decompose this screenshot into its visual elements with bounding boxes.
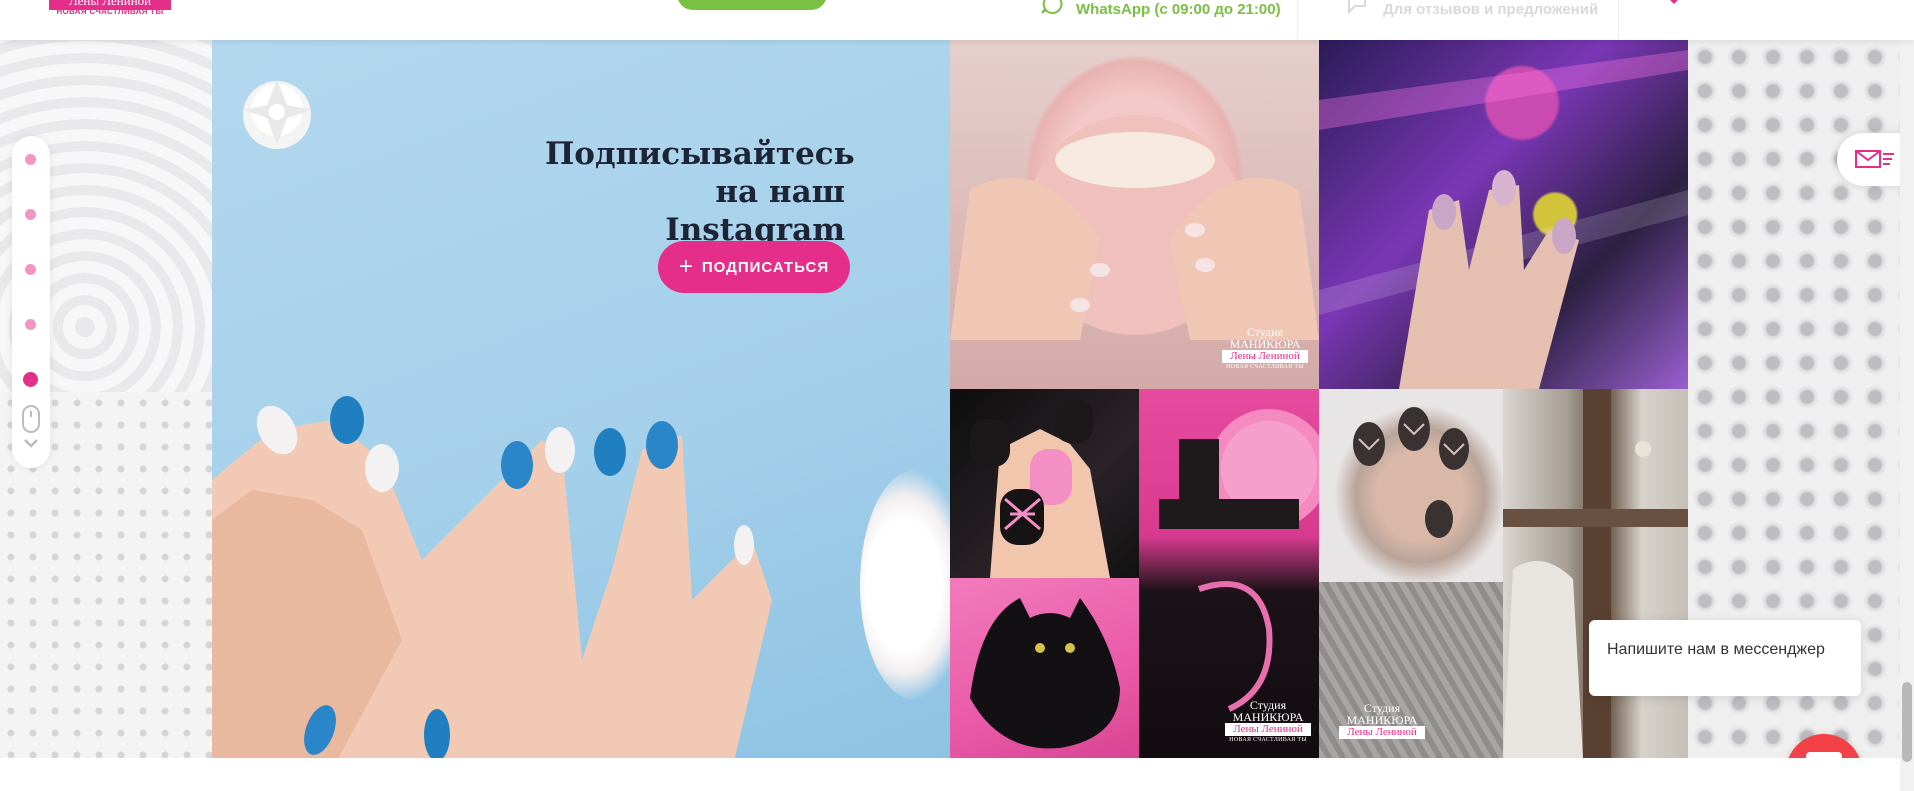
studio-watermark: Студия МАНИКЮРА Лены Лениной НОВАЯ СЧАСТ… [1225, 699, 1311, 744]
heading-line-1: Подписывайтесь [545, 136, 855, 172]
heading-line-2: на наш Instagram [665, 174, 845, 248]
mail-icon [1855, 150, 1894, 168]
site-header: Лены Лениной НОВАЯ СЧАСТЛИВАЯ ТЫ WhatsAp… [0, 0, 1914, 40]
feedback-link[interactable]: Для отзывов и предложений [1383, 1, 1598, 18]
header-divider [1297, 0, 1298, 40]
winter-window-image [1503, 389, 1688, 758]
scroll-mouse-icon[interactable] [20, 404, 42, 454]
page: Подписывайтесь на наш Instagram + ПОДПИС… [0, 0, 1914, 791]
meringue-image [243, 80, 312, 149]
instagram-tile-cup[interactable]: Студия МАНИКЮРА Лены Лениной НОВАЯ СЧАСТ… [950, 40, 1319, 389]
black-cat-image [970, 598, 1120, 749]
watermark-line-2: МАНИКЮРА [1232, 710, 1304, 724]
watermark-line-3: Лены Лениной [1339, 726, 1425, 739]
watermark-line-4: НОВАЯ СЧАСТЛИВАЯ ТЫ [1229, 737, 1307, 743]
nav-dot-5-active[interactable] [23, 372, 38, 387]
nav-dot-4[interactable] [25, 319, 36, 330]
instagram-tile-galaxy[interactable] [1319, 40, 1688, 389]
chat-prompt-bubble[interactable]: Напишите нам в мессенджер [1589, 620, 1861, 696]
header-divider [1618, 0, 1619, 40]
nav-dot-1[interactable] [25, 154, 36, 165]
galaxy-nails-image [1319, 50, 1688, 389]
nav-dot-2[interactable] [25, 209, 36, 220]
section-dot-nav [12, 136, 50, 468]
brand-logo[interactable]: Лены Лениной НОВАЯ СЧАСТЛИВАЯ ТЫ [49, 0, 171, 26]
watermark-line-4: НОВАЯ СЧАСТЛИВАЯ ТЫ [1226, 364, 1304, 370]
instagram-tile-perfume[interactable]: Студия МАНИКЮРА Лены Лениной НОВАЯ СЧАСТ… [1139, 389, 1319, 758]
instagram-tile-chevron-nails[interactable] [1319, 389, 1503, 582]
feedback-icon [1348, 0, 1366, 14]
instagram-promo-panel: Подписывайтесь на наш Instagram + ПОДПИС… [212, 40, 950, 758]
plus-icon: + [678, 253, 694, 280]
watermark-line-3: Лены Лениной [1222, 350, 1308, 363]
instagram-tile-black-nails[interactable] [950, 389, 1139, 578]
logo-subtitle: НОВАЯ СЧАСТЛИВАЯ ТЫ [56, 7, 164, 16]
whatsapp-icon [1041, 0, 1063, 14]
instagram-tile-pink-cat[interactable] [950, 578, 1139, 758]
whatsapp-link[interactable]: WhatsApp (с 09:00 до 21:00) [1076, 1, 1281, 18]
instagram-tile-winter-window[interactable] [1503, 389, 1688, 758]
chevron-nails-image [1353, 407, 1469, 538]
instagram-heading: Подписывайтесь на наш Instagram [545, 135, 855, 249]
scrollbar-thumb[interactable] [1902, 682, 1912, 762]
next-section-edge [0, 758, 1900, 791]
nav-dot-3[interactable] [25, 264, 36, 275]
peony-flower-image [860, 470, 950, 700]
page-scrollbar[interactable] [1900, 40, 1914, 791]
subscribe-label: ПОДПИСАТЬСЯ [701, 258, 830, 276]
subscribe-button[interactable]: + ПОДПИСАТЬСЯ [658, 241, 850, 293]
instagram-tile-knit[interactable]: Студия МАНИКЮРА Лены Лениной [1319, 582, 1503, 758]
watermark-line-2: МАНИКЮРА [1229, 337, 1301, 351]
watermark-line-3: Лены Лениной [1225, 723, 1311, 736]
black-pink-nails-image [970, 399, 1110, 578]
studio-watermark: Студия МАНИКЮРА Лены Лениной [1339, 702, 1425, 739]
studio-watermark: Студия МАНИКЮРА Лены Лениной НОВАЯ СЧАСТ… [1222, 326, 1308, 371]
heart-icon[interactable] [1666, 0, 1682, 4]
callback-button[interactable] [677, 0, 827, 10]
manicure-hand-image [212, 396, 772, 758]
watermark-line-2: МАНИКЮРА [1346, 713, 1418, 727]
